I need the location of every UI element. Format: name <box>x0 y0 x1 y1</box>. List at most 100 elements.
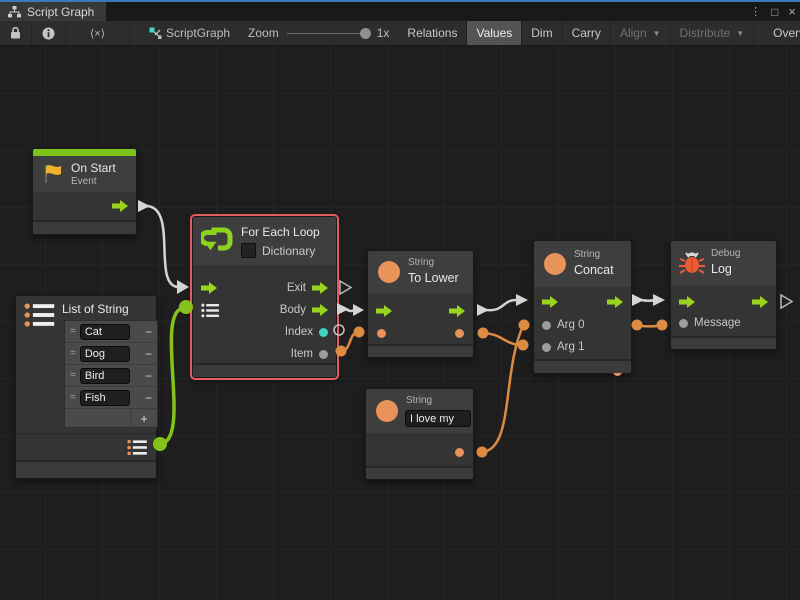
string-output-port[interactable] <box>455 448 464 457</box>
list-item-input[interactable] <box>80 324 130 340</box>
toolbar-button-distribute[interactable]: Distribute▼ <box>671 21 755 45</box>
zoom-control: Zoom 1x <box>239 21 398 45</box>
string-output-port[interactable] <box>455 329 464 338</box>
list-item-row: = − <box>65 321 157 343</box>
node-header[interactable]: String To Lower <box>368 251 473 294</box>
port-label: Item <box>291 348 313 360</box>
drag-handle-icon[interactable]: = <box>70 326 75 337</box>
int-output-port[interactable] <box>319 328 328 337</box>
flow-output-port[interactable] <box>752 296 768 308</box>
flow-output-port[interactable] <box>312 304 328 316</box>
add-item-button[interactable]: + <box>130 409 157 427</box>
flow-input-port[interactable] <box>376 305 392 317</box>
remove-item-button[interactable]: − <box>145 325 152 339</box>
node-string-literal[interactable]: String <box>365 388 474 480</box>
port-label: Body <box>280 304 306 316</box>
flow-output-port[interactable] <box>607 296 623 308</box>
node-on-start[interactable]: On Start Event <box>32 148 137 235</box>
node-body <box>366 433 473 466</box>
inspect-code-button[interactable]: ⟨×⟩ <box>66 21 130 45</box>
value-input-port[interactable] <box>542 343 551 352</box>
flow-output-port[interactable] <box>449 305 465 317</box>
port-row-item[interactable]: Item <box>291 343 328 365</box>
dictionary-checkbox[interactable] <box>241 243 256 258</box>
port-row-index[interactable]: Index <box>285 321 328 343</box>
value-output-port[interactable] <box>319 350 328 359</box>
flow-output-port[interactable] <box>312 282 328 294</box>
list-icon <box>24 302 56 328</box>
port-row-body[interactable]: Body <box>280 299 328 321</box>
flow-output-port[interactable] <box>112 200 128 212</box>
toolbar-button-align[interactable]: Align▼ <box>611 21 671 45</box>
node-header[interactable]: Debug Log <box>671 241 776 286</box>
graph-hierarchy-icon <box>8 6 21 18</box>
remove-item-button[interactable]: − <box>145 347 152 361</box>
flow-input-port[interactable] <box>201 282 217 294</box>
node-debug-log[interactable]: Debug Log Message <box>670 240 777 350</box>
node-header[interactable]: On Start Event <box>33 156 136 193</box>
node-header[interactable]: String <box>366 389 473 434</box>
button-label: Dim <box>531 26 552 40</box>
graph-toolbar: ⟨×⟩ ScriptGraph Zoom 1x Relations Values… <box>0 21 800 46</box>
node-subtitle: Event <box>71 176 97 187</box>
toolbar-button-overview[interactable]: Overview <box>764 21 800 45</box>
node-title: List of String <box>62 302 129 316</box>
node-string-to-lower[interactable]: String To Lower <box>367 250 474 358</box>
list-item-input[interactable] <box>80 368 130 384</box>
string-value-input[interactable] <box>405 410 471 427</box>
node-title: Log <box>711 262 732 276</box>
list-item-input[interactable] <box>80 390 130 406</box>
toolbar-button-values[interactable]: Values <box>467 21 522 45</box>
node-type-label: String <box>574 249 600 260</box>
bug-icon <box>679 250 705 276</box>
flag-icon <box>42 163 64 185</box>
zoom-slider-handle[interactable] <box>360 28 371 39</box>
remove-item-button[interactable]: − <box>145 391 152 405</box>
list-output-port[interactable] <box>127 439 148 456</box>
checkbox-label: Dictionary <box>262 244 315 258</box>
port-row-arg1[interactable]: Arg 1 <box>542 336 585 358</box>
node-title: On Start <box>71 161 116 175</box>
list-item-input[interactable] <box>80 346 130 362</box>
graph-breadcrumb[interactable]: ScriptGraph <box>140 21 239 45</box>
toolbar-button-dim[interactable]: Dim <box>522 21 562 45</box>
drag-handle-icon[interactable]: = <box>70 370 75 381</box>
flow-input-port[interactable] <box>679 296 695 308</box>
tab-script-graph[interactable]: Script Graph <box>0 2 106 21</box>
port-row-exit[interactable]: Exit <box>287 277 328 299</box>
drag-handle-icon[interactable]: = <box>70 348 75 359</box>
window-controls: ⋮ □ × <box>750 2 796 21</box>
toolbar-button-relations[interactable]: Relations <box>398 21 467 45</box>
drag-handle-icon[interactable]: = <box>70 392 75 403</box>
value-input-port[interactable] <box>679 319 688 328</box>
flow-input-port[interactable] <box>542 296 558 308</box>
string-input-port[interactable] <box>377 329 386 338</box>
chevron-down-icon: ▼ <box>653 29 661 38</box>
node-header[interactable]: String Concat <box>534 241 631 288</box>
list-add-row: + <box>65 409 157 427</box>
node-footer <box>671 336 776 349</box>
port-row-message[interactable]: Message <box>679 312 741 334</box>
node-header[interactable]: For Each Loop Dictionary <box>193 217 336 266</box>
port-row-arg0[interactable]: Arg 0 <box>542 314 585 336</box>
node-footer <box>366 466 473 479</box>
lock-button[interactable] <box>0 21 32 45</box>
close-icon[interactable]: × <box>788 4 796 19</box>
script-graph-icon <box>149 27 162 39</box>
node-footer <box>534 359 631 373</box>
value-input-port[interactable] <box>542 321 551 330</box>
list-input-port[interactable] <box>201 303 220 318</box>
port-label: Index <box>285 326 313 338</box>
remove-item-button[interactable]: − <box>145 369 152 383</box>
toolbar-button-carry[interactable]: Carry <box>563 21 611 45</box>
more-icon[interactable]: ⋮ <box>750 5 761 18</box>
node-body: Message <box>671 285 776 336</box>
zoom-slider[interactable] <box>287 33 369 34</box>
info-button[interactable] <box>32 21 66 45</box>
node-for-each-loop[interactable]: For Each Loop Dictionary Exit Body <box>192 216 337 378</box>
node-list-of-string[interactable]: List of String = − = − = − = − <box>15 295 157 479</box>
node-string-concat[interactable]: String Concat Arg 0 Arg 1 <box>533 240 632 374</box>
node-title: Concat <box>574 263 614 277</box>
list-item-row: = − <box>65 387 157 409</box>
maximize-icon[interactable]: □ <box>771 5 778 19</box>
